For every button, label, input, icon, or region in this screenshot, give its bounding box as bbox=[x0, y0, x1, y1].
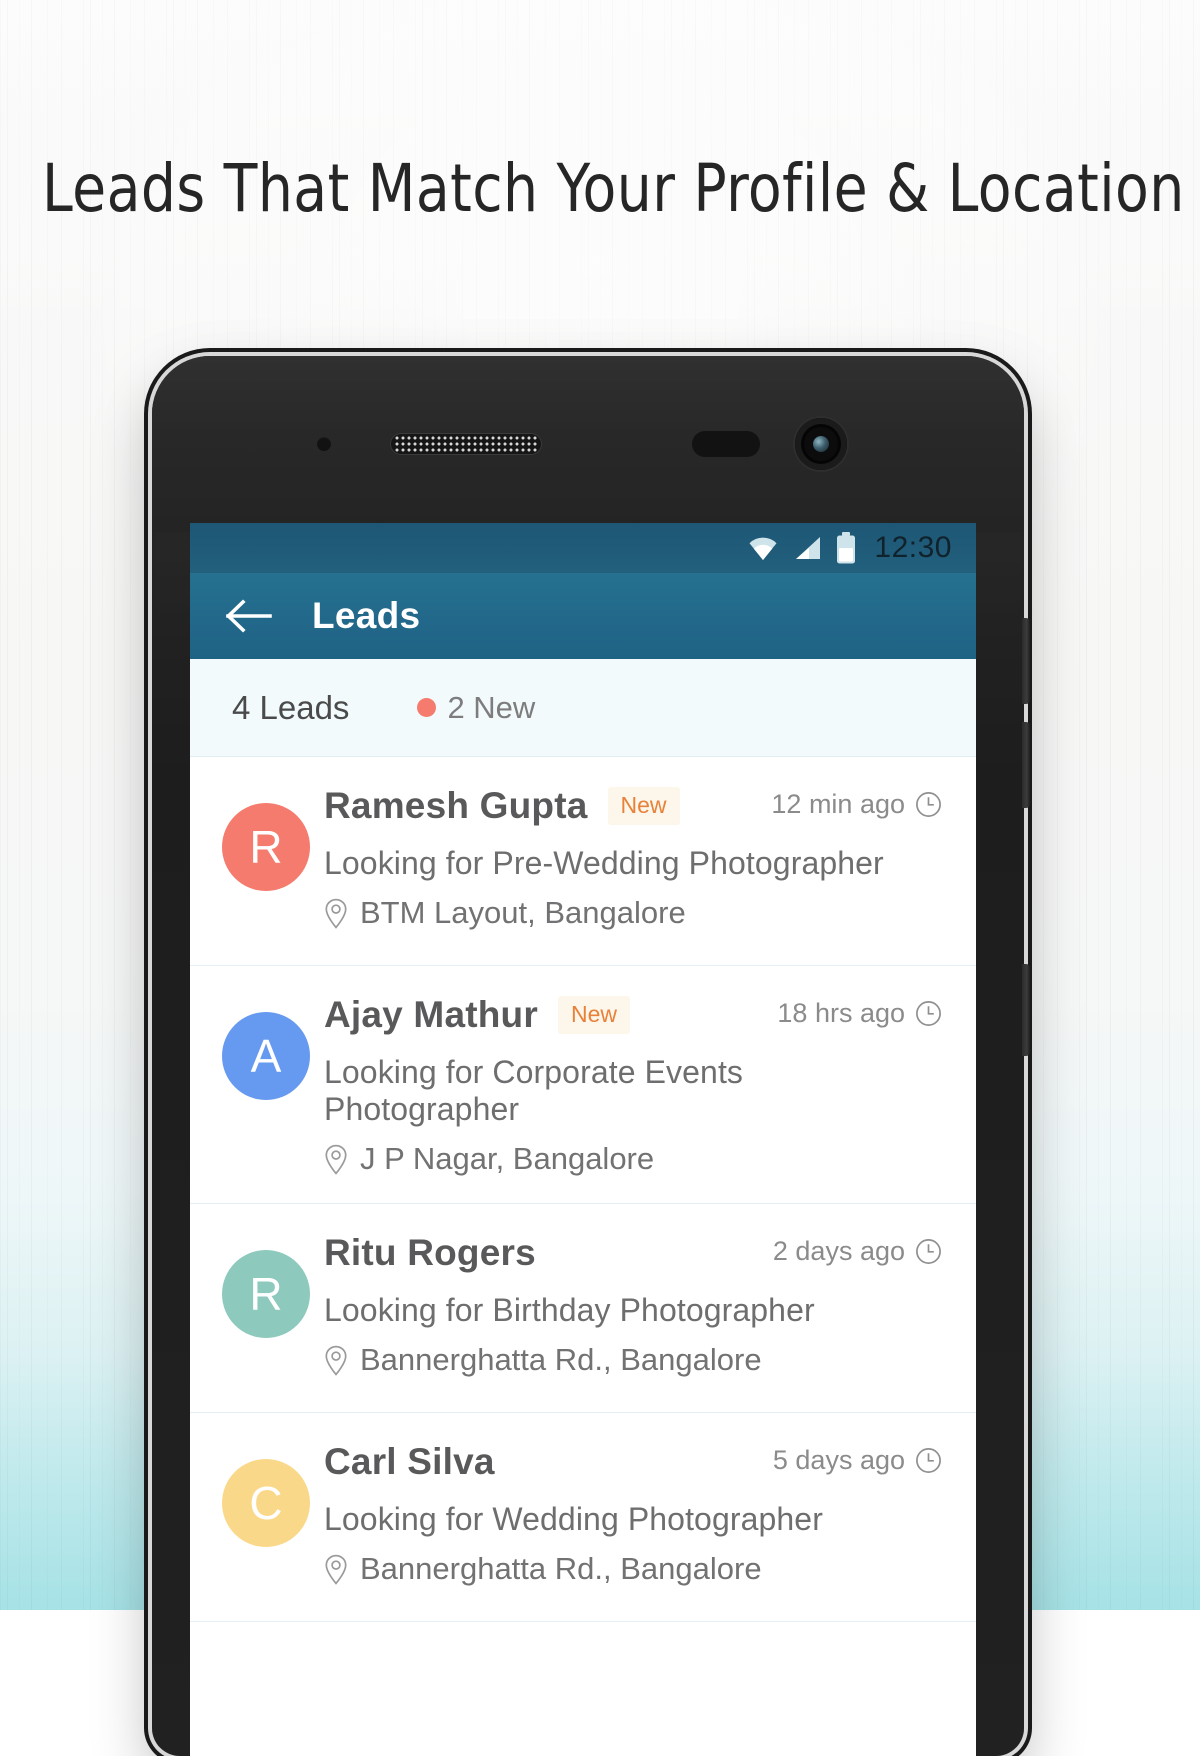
map-pin-icon bbox=[324, 1345, 348, 1376]
lead-header-line: Carl Silva 5 days ago bbox=[324, 1437, 942, 1487]
cellular-signal-icon bbox=[792, 535, 822, 561]
lead-location: Bannerghatta Rd., Bangalore bbox=[360, 1342, 762, 1378]
earpiece-speaker-icon bbox=[390, 433, 542, 455]
lead-location: Bannerghatta Rd., Bangalore bbox=[360, 1551, 762, 1587]
avatar: R bbox=[222, 1250, 310, 1338]
lead-name: Ajay Mathur bbox=[324, 994, 538, 1036]
lead-description: Looking for Corporate Events Photographe… bbox=[324, 1054, 942, 1128]
lead-header-line: Ajay Mathur New 18 hrs ago bbox=[324, 990, 942, 1040]
clock-icon bbox=[915, 791, 942, 818]
lead-location: J P Nagar, Bangalore bbox=[360, 1141, 654, 1177]
lead-location-group: Bannerghatta Rd., Bangalore bbox=[324, 1342, 942, 1378]
lead-row[interactable]: R Ramesh Gupta New 12 min ago Looking for Pr… bbox=[190, 757, 976, 966]
lead-location-group: J P Nagar, Bangalore bbox=[324, 1141, 942, 1177]
battery-icon bbox=[835, 532, 857, 564]
lead-location-group: BTM Layout, Bangalore bbox=[324, 895, 942, 931]
map-pin-icon bbox=[324, 1144, 348, 1175]
status-badge: New bbox=[608, 787, 680, 825]
clock-icon bbox=[915, 1000, 942, 1027]
phone-screen: 12:30 Leads 4 Leads 2 New R Ramesh Gupta N… bbox=[190, 523, 976, 1756]
leads-summary-bar: 4 Leads 2 New bbox=[190, 659, 976, 757]
lead-content: Ajay Mathur New 18 hrs ago Looking for Corp… bbox=[324, 990, 950, 1177]
clock-icon bbox=[915, 1447, 942, 1474]
light-sensor-icon bbox=[317, 437, 331, 451]
wifi-icon bbox=[747, 535, 779, 561]
lead-name: Ramesh Gupta bbox=[324, 785, 588, 827]
lead-timestamp-group: 12 min ago bbox=[771, 789, 942, 824]
lead-timestamp-group: 5 days ago bbox=[773, 1445, 942, 1480]
clock-icon bbox=[915, 1238, 942, 1265]
app-bar-title: Leads bbox=[312, 595, 420, 637]
lead-content: Ritu Rogers 2 days ago Looking for Birthda… bbox=[324, 1228, 950, 1378]
lead-name: Carl Silva bbox=[324, 1441, 495, 1483]
lead-timestamp-group: 2 days ago bbox=[773, 1236, 942, 1271]
leads-new-count: 2 New bbox=[447, 690, 535, 726]
lead-description: Looking for Wedding Photographer bbox=[324, 1501, 942, 1538]
new-dot-icon bbox=[417, 698, 436, 717]
lead-timestamp: 12 min ago bbox=[771, 789, 905, 820]
volume-down-button[interactable] bbox=[1022, 722, 1030, 808]
proximity-sensor-icon bbox=[692, 431, 760, 457]
leads-list: R Ramesh Gupta New 12 min ago Looking for Pr… bbox=[190, 757, 976, 1622]
front-camera-icon bbox=[795, 418, 847, 470]
volume-up-button[interactable] bbox=[1022, 618, 1030, 704]
status-badge: New bbox=[558, 996, 630, 1034]
avatar: A bbox=[222, 1012, 310, 1100]
leads-new-indicator: 2 New bbox=[417, 690, 535, 726]
page-title: Leads That Match Your Profile & Location bbox=[42, 150, 1158, 227]
lead-timestamp-group: 18 hrs ago bbox=[777, 998, 942, 1033]
lead-timestamp: 18 hrs ago bbox=[777, 998, 905, 1029]
phone-top-bezel bbox=[152, 356, 1024, 532]
map-pin-icon bbox=[324, 1554, 348, 1585]
lead-content: Ramesh Gupta New 12 min ago Looking for Pre… bbox=[324, 781, 950, 931]
lead-location: BTM Layout, Bangalore bbox=[360, 895, 686, 931]
map-pin-icon bbox=[324, 898, 348, 929]
power-button[interactable] bbox=[1022, 964, 1030, 1056]
lead-name: Ritu Rogers bbox=[324, 1232, 536, 1274]
lead-content: Carl Silva 5 days ago Looking for Wedding … bbox=[324, 1437, 950, 1587]
lead-header-line: Ramesh Gupta New 12 min ago bbox=[324, 781, 942, 831]
status-bar: 12:30 bbox=[190, 523, 976, 573]
avatar: R bbox=[222, 803, 310, 891]
app-bar: Leads bbox=[190, 573, 976, 659]
lead-timestamp: 2 days ago bbox=[773, 1236, 905, 1267]
status-bar-clock: 12:30 bbox=[874, 533, 952, 563]
avatar: C bbox=[222, 1459, 310, 1547]
lead-row[interactable]: C Carl Silva 5 days ago Looking for Wedding… bbox=[190, 1413, 976, 1622]
lead-row[interactable]: A Ajay Mathur New 18 hrs ago Looking for Cor… bbox=[190, 966, 976, 1204]
lead-location-group: Bannerghatta Rd., Bangalore bbox=[324, 1551, 942, 1587]
lead-header-line: Ritu Rogers 2 days ago bbox=[324, 1228, 942, 1278]
lead-row[interactable]: R Ritu Rogers 2 days ago Looking for Birthd… bbox=[190, 1204, 976, 1413]
back-arrow-icon[interactable] bbox=[226, 599, 272, 633]
leads-total-count: 4 Leads bbox=[232, 689, 349, 727]
lead-timestamp: 5 days ago bbox=[773, 1445, 905, 1476]
lead-description: Looking for Pre-Wedding Photographer bbox=[324, 845, 942, 882]
phone-device-frame: 12:30 Leads 4 Leads 2 New R Ramesh Gupta N… bbox=[152, 356, 1024, 1756]
lead-description: Looking for Birthday Photographer bbox=[324, 1292, 942, 1329]
